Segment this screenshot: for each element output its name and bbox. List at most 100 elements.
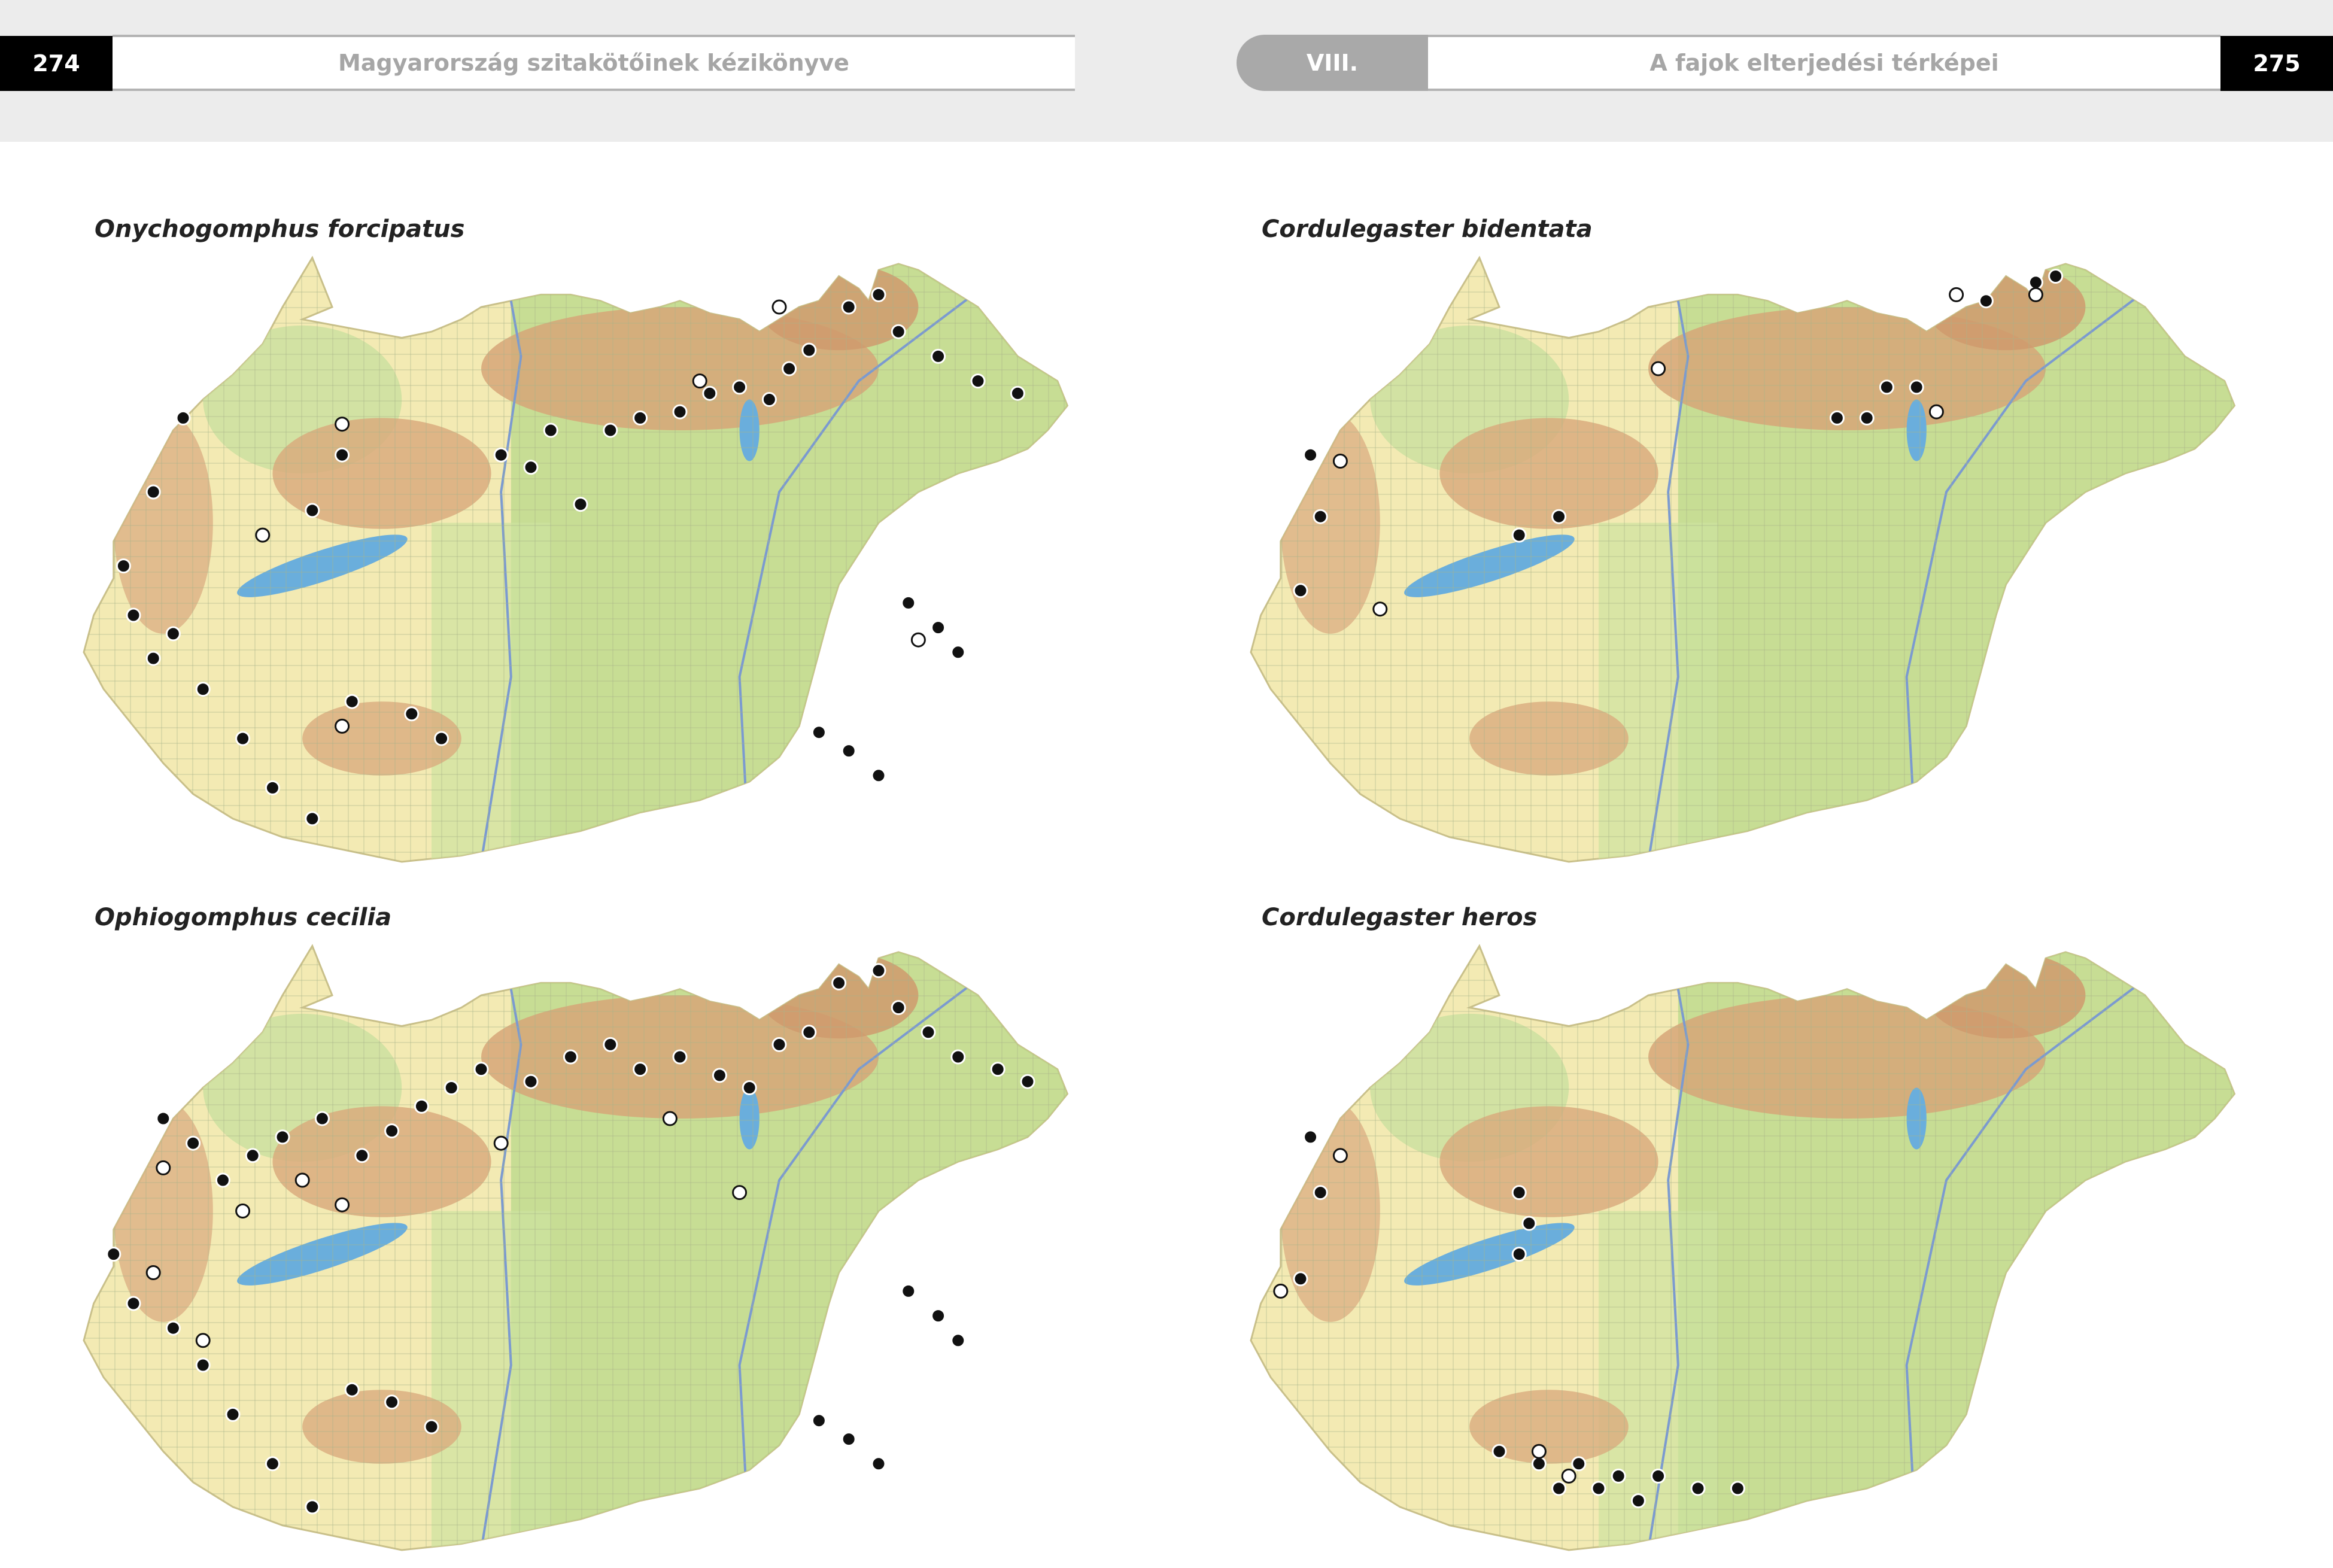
record-recent-dot <box>1308 1135 1313 1139</box>
record-recent-dot <box>737 385 742 390</box>
record-recent-dot <box>896 329 901 334</box>
record-recent-dot <box>1298 1277 1303 1281</box>
record-recent-dot <box>1596 1486 1601 1491</box>
record-old-marker <box>296 1174 309 1187</box>
record-recent-dot <box>280 1135 285 1139</box>
lake-ferto <box>151 227 175 288</box>
record-recent-dot <box>767 397 771 402</box>
record-recent-dot <box>111 1252 116 1257</box>
record-recent-dot <box>499 452 503 457</box>
record-recent-dot <box>1517 1190 1521 1195</box>
zemplen-mountains <box>1927 952 2086 1038</box>
lake-ferto <box>151 915 175 977</box>
record-recent-dot <box>1884 385 1889 390</box>
record-recent-dot <box>1298 588 1303 593</box>
record-recent-dot <box>479 1067 484 1072</box>
record-recent-dot <box>1557 1486 1562 1491</box>
record-old-marker <box>773 300 786 314</box>
record-recent-dot <box>191 1141 196 1145</box>
record-old-marker <box>1652 362 1665 375</box>
map-panel-onychogomphus: Onychogomphus forcipatus <box>72 192 1101 880</box>
record-recent-dot <box>310 1505 315 1509</box>
record-old-marker <box>1950 288 1963 301</box>
record-recent-dot <box>678 1055 682 1059</box>
record-recent-dot <box>310 508 315 513</box>
distribution-map <box>72 192 1101 880</box>
record-recent-dot <box>449 1086 454 1090</box>
record-recent-dot <box>777 1042 782 1047</box>
danube-lowland-area <box>1599 1211 1718 1568</box>
western-hills <box>1281 412 1380 634</box>
mecsek-hills <box>1469 701 1629 776</box>
record-recent-dot <box>876 1461 881 1466</box>
record-recent-dot <box>1616 1473 1621 1478</box>
record-recent-dot <box>409 712 414 716</box>
record-recent-dot <box>439 736 444 741</box>
record-recent-dot <box>608 428 613 433</box>
record-recent-dot <box>171 631 175 636</box>
right-running-title: A fajok elterjedési térképei <box>1428 35 2220 91</box>
record-old-marker <box>663 1112 676 1125</box>
left-running-title: Magyarország szitakötőinek kézikönyve <box>113 35 1075 91</box>
record-old-marker <box>1562 1469 1575 1482</box>
record-recent-dot <box>638 1067 643 1072</box>
record-old-marker <box>157 1161 170 1174</box>
transdanubian-mountains <box>1439 1106 1658 1217</box>
record-old-marker <box>1374 603 1387 616</box>
danube-lowland-area <box>432 1211 551 1568</box>
record-recent-dot <box>250 1153 255 1158</box>
record-recent-dot <box>1656 1473 1661 1478</box>
map-panel-ophiogomphus: Ophiogomphus cecilia <box>72 880 1101 1568</box>
danube-lowland-area <box>1599 523 1718 880</box>
record-recent-dot <box>1557 514 1562 519</box>
record-recent-dot <box>340 452 345 457</box>
record-recent-dot <box>956 1338 961 1343</box>
record-recent-dot <box>181 415 186 420</box>
record-recent-dot <box>270 785 275 790</box>
record-recent-dot <box>1536 1461 1541 1466</box>
record-recent-dot <box>807 348 812 353</box>
page-header: 274 Magyarország szitakötőinek kézikönyv… <box>0 0 2333 142</box>
map-panel-cordulegaster-heros: Cordulegaster heros <box>1239 880 2268 1568</box>
record-recent-dot <box>201 687 205 692</box>
distribution-map <box>1239 192 2268 880</box>
record-recent-dot <box>419 1104 424 1108</box>
record-recent-dot <box>390 1400 394 1405</box>
record-recent-dot <box>1308 452 1313 457</box>
record-recent-dot <box>1576 1461 1581 1466</box>
map-panel-cordulegaster-bidentata: Cordulegaster bidentata <box>1239 192 2268 880</box>
record-recent-dot <box>350 1387 354 1392</box>
record-recent-dot <box>638 415 643 420</box>
record-recent-dot <box>171 1326 175 1330</box>
record-recent-dot <box>390 1129 394 1134</box>
record-recent-dot <box>320 1116 324 1121</box>
record-recent-dot <box>816 730 821 735</box>
record-recent-dot <box>131 613 136 618</box>
record-recent-dot <box>548 428 553 433</box>
record-old-marker <box>196 1334 209 1347</box>
record-old-marker <box>1930 405 1943 418</box>
record-recent-dot <box>151 656 156 661</box>
record-recent-dot <box>1517 1252 1521 1257</box>
record-old-marker <box>1274 1284 1287 1297</box>
record-recent-dot <box>360 1153 364 1158</box>
record-recent-dot <box>429 1424 434 1429</box>
chapter-tab: VIII. <box>1237 35 1428 91</box>
distribution-map <box>1239 880 2268 1568</box>
record-recent-dot <box>161 1116 166 1121</box>
record-recent-dot <box>976 379 980 384</box>
left-page-number: 274 <box>0 36 113 91</box>
record-recent-dot <box>2053 274 2058 279</box>
record-recent-dot <box>1015 391 1020 396</box>
record-recent-dot <box>1735 1486 1740 1491</box>
record-old-marker <box>494 1137 508 1150</box>
distribution-map <box>72 880 1101 1568</box>
record-old-marker <box>336 1198 349 1211</box>
record-recent-dot <box>578 502 583 507</box>
record-recent-dot <box>1696 1486 1700 1491</box>
lake-tisza <box>1907 400 1927 461</box>
record-old-marker <box>1532 1445 1545 1458</box>
danube-lowland-area <box>432 523 551 880</box>
record-recent-dot <box>201 1363 205 1368</box>
record-recent-dot <box>926 1030 931 1035</box>
